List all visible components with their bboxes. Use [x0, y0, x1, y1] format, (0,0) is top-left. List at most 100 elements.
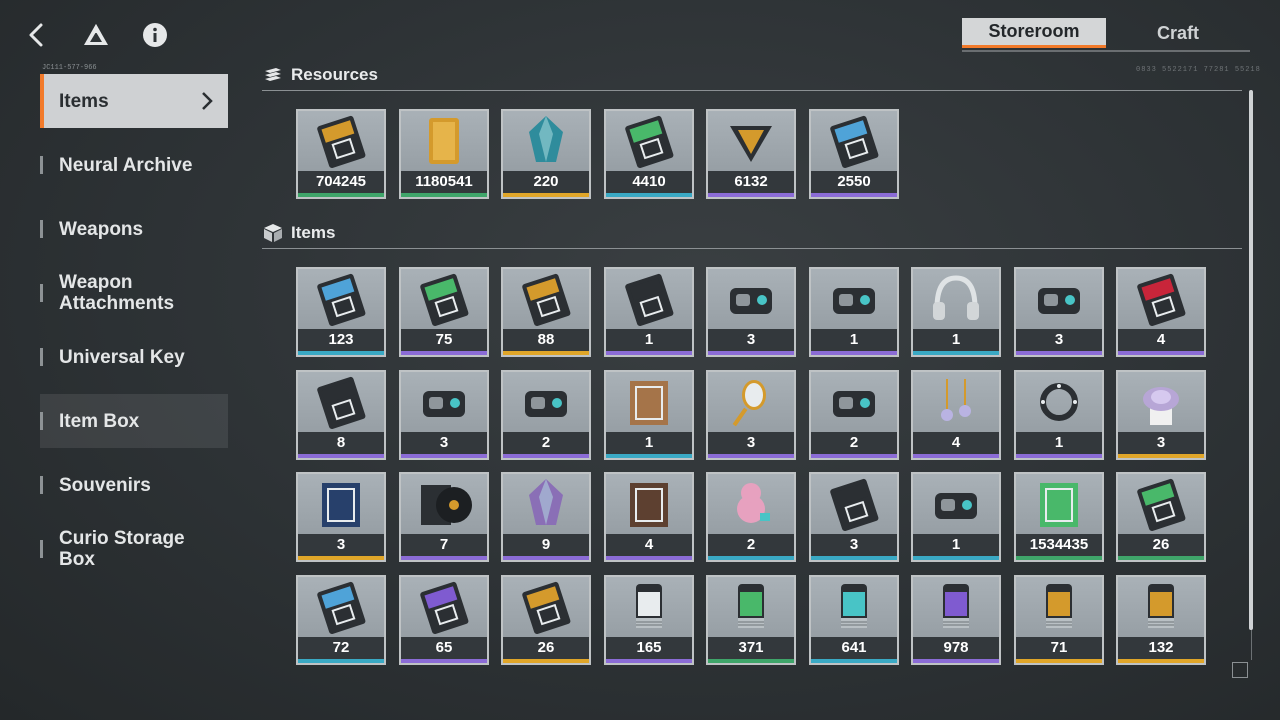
item-card[interactable]: 4 [911, 370, 1001, 460]
item-quantity: 6132 [708, 171, 794, 193]
item-quantity: 132 [1118, 637, 1204, 659]
robot-plush-icon [525, 391, 567, 417]
power-bank-icon [833, 391, 875, 417]
item-quantity: 71 [1016, 637, 1102, 659]
item-card[interactable]: 978 [911, 575, 1001, 665]
item-quantity: 26 [503, 637, 589, 659]
logo-button[interactable] [75, 14, 117, 56]
toolbox-icon [423, 391, 465, 417]
item-art [401, 474, 487, 534]
item-card[interactable]: 8 [296, 370, 386, 460]
sidebar-item-weapons[interactable]: Weapons [40, 202, 228, 256]
back-button[interactable] [16, 14, 58, 56]
item-card[interactable]: 71 [1014, 575, 1104, 665]
tab-storeroom[interactable]: Storeroom [962, 18, 1106, 48]
item-card[interactable]: 2 [706, 472, 796, 562]
item-card[interactable]: 4 [1116, 267, 1206, 357]
item-card[interactable]: 132 [1116, 575, 1206, 665]
item-quantity: 2 [708, 534, 794, 556]
sidebar-item-label: Item Box [59, 410, 140, 432]
info-button[interactable] [134, 14, 176, 56]
item-card[interactable]: 4410 [604, 109, 694, 199]
item-card[interactable]: 3 [1014, 267, 1104, 357]
item-quantity: 72 [298, 637, 384, 659]
rarity-bar [811, 351, 897, 355]
rarity-bar [298, 556, 384, 560]
item-card[interactable]: 641 [809, 575, 899, 665]
item-card[interactable]: 3 [809, 472, 899, 562]
item-card[interactable]: 4 [604, 472, 694, 562]
item-art [811, 474, 897, 534]
item-art [298, 577, 384, 637]
item-quantity: 641 [811, 637, 897, 659]
item-card[interactable]: 2550 [809, 109, 899, 199]
item-quantity: 1 [811, 329, 897, 351]
item-card[interactable]: 704245 [296, 109, 386, 199]
sidebar-item-curio-storage-box[interactable]: Curio Storage Box [40, 522, 228, 576]
item-card[interactable]: 1 [1014, 370, 1104, 460]
item-card[interactable]: 88 [501, 267, 591, 357]
grey-canister-icon [636, 584, 662, 628]
sidebar-item-label: Neural Archive [59, 154, 193, 176]
item-card[interactable]: 1 [604, 267, 694, 357]
item-card[interactable]: 371 [706, 575, 796, 665]
rarity-bar [811, 556, 897, 560]
item-card[interactable]: 3 [399, 370, 489, 460]
item-quantity: 704245 [298, 171, 384, 193]
sidebar-item-item-box[interactable]: Item Box [40, 394, 228, 448]
item-card[interactable]: 9 [501, 472, 591, 562]
item-card[interactable]: 26 [501, 575, 591, 665]
rarity-bar [708, 659, 794, 663]
item-art [811, 269, 897, 329]
item-quantity: 3 [1118, 432, 1204, 454]
rarity-bar [1118, 556, 1204, 560]
armored-vehicle-icon [1038, 288, 1080, 314]
item-quantity: 1534435 [1016, 534, 1102, 556]
item-art [401, 111, 487, 171]
item-card[interactable]: 1 [809, 267, 899, 357]
item-art [503, 577, 589, 637]
gold-purple-keycard-icon [522, 581, 571, 634]
sidebar-item-items[interactable]: Items [40, 74, 228, 128]
sidebar-item-neural-archive[interactable]: Neural Archive [40, 138, 228, 192]
rarity-bar [503, 556, 589, 560]
serial-text-right: 0833 5522171 77281 55218 [1136, 66, 1261, 74]
item-card[interactable]: 26 [1116, 472, 1206, 562]
rarity-bar [1016, 454, 1102, 458]
item-card[interactable]: 3 [1116, 370, 1206, 460]
item-art [1118, 577, 1204, 637]
item-card[interactable]: 75 [399, 267, 489, 357]
blue-keycard-icon [317, 581, 366, 634]
item-card[interactable]: 6132 [706, 109, 796, 199]
item-card[interactable]: 7 [399, 472, 489, 562]
item-card[interactable]: 72 [296, 575, 386, 665]
data-terminal-icon [1040, 483, 1078, 527]
rarity-bar [298, 454, 384, 458]
item-card[interactable]: 3 [706, 370, 796, 460]
item-card[interactable]: 220 [501, 109, 591, 199]
sidebar-item-weapon-attachments[interactable]: Weapon Attachments [40, 266, 228, 320]
item-card[interactable]: 1 [604, 370, 694, 460]
item-art [503, 269, 589, 329]
camcorder-icon [730, 288, 772, 314]
rarity-bar [401, 193, 487, 197]
item-card[interactable]: 1 [911, 267, 1001, 357]
item-card[interactable]: 1180541 [399, 109, 489, 199]
scrollbar[interactable] [1249, 90, 1253, 630]
sidebar-item-universal-key[interactable]: Universal Key [40, 330, 228, 384]
item-card[interactable]: 1 [911, 472, 1001, 562]
item-card[interactable]: 2 [809, 370, 899, 460]
item-card[interactable]: 165 [604, 575, 694, 665]
green-chip-card-icon [420, 273, 469, 326]
item-card[interactable]: 3 [706, 267, 796, 357]
item-card[interactable]: 2 [501, 370, 591, 460]
item-quantity: 2 [503, 432, 589, 454]
sidebar-item-souvenirs[interactable]: Souvenirs [40, 458, 228, 512]
item-card[interactable]: 1534435 [1014, 472, 1104, 562]
item-card[interactable]: 3 [296, 472, 386, 562]
headphones-icon [933, 275, 979, 320]
tab-craft[interactable]: Craft [1106, 18, 1250, 48]
gold-chip-card-icon [522, 273, 571, 326]
item-card[interactable]: 65 [399, 575, 489, 665]
item-card[interactable]: 123 [296, 267, 386, 357]
